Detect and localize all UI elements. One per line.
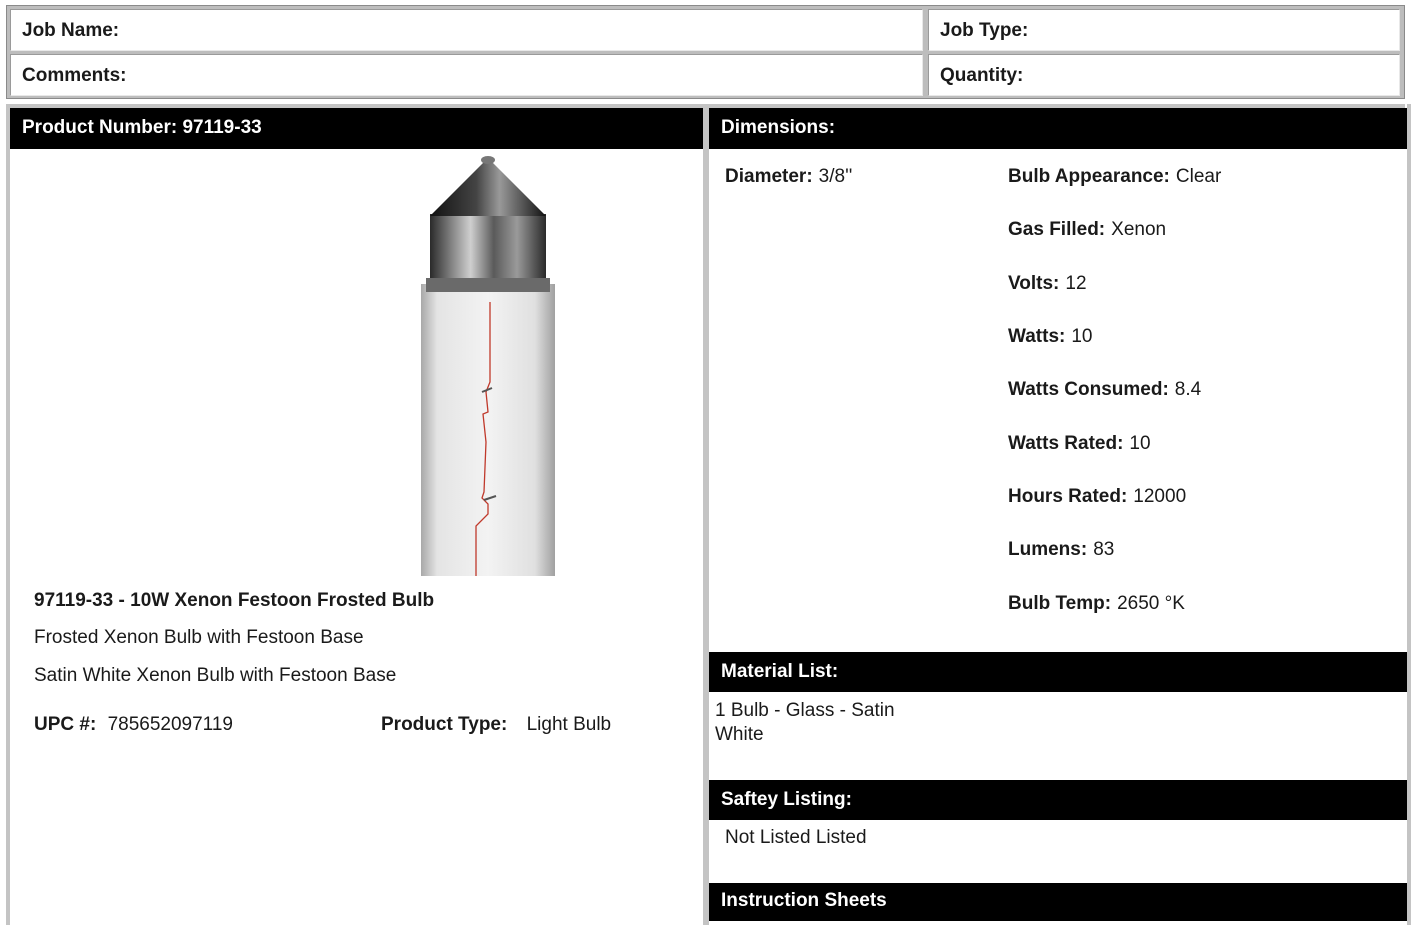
comments-label: Comments:	[22, 65, 127, 86]
bulb-image	[421, 156, 555, 576]
upc-value: 785652097119	[107, 714, 233, 735]
quantity-label: Quantity:	[940, 65, 1024, 86]
material-list-header: Material List:	[709, 652, 1407, 692]
spec-value: Clear	[1175, 166, 1222, 187]
spec-value: 8.4	[1174, 379, 1202, 400]
product-description-2: Satin White Xenon Bulb with Festoon Base	[34, 665, 397, 686]
material-list-header-text: Material List:	[721, 661, 839, 682]
spec-gas-filled: Gas Filled: Xenon	[1008, 219, 1166, 241]
safety-listing-header-text: Saftey Listing:	[721, 789, 852, 810]
spec-value: 10	[1071, 326, 1093, 347]
job-name-cell: Job Name:	[10, 9, 923, 51]
spec-value: 12000	[1133, 486, 1187, 507]
spec-lumens: Lumens: 83	[1008, 539, 1114, 561]
upc-field: UPC #: 785652097119	[34, 714, 233, 736]
spec-watts-rated: Watts Rated: 10	[1008, 433, 1151, 455]
spec-label: Bulb Temp:	[1008, 593, 1112, 614]
spec-value: 10	[1129, 433, 1151, 454]
spec-label: Watts Consumed:	[1008, 379, 1169, 400]
spec-value: 12	[1065, 273, 1087, 294]
dimensions-header: Dimensions:	[709, 108, 1407, 149]
spec-label: Watts:	[1008, 326, 1066, 347]
diameter-label: Diameter:	[725, 166, 813, 187]
dimensions-header-text: Dimensions:	[721, 117, 836, 138]
safety-listing-value: Not Listed Listed	[725, 827, 867, 848]
panel-left-border	[6, 104, 10, 925]
job-type-cell: Job Type:	[928, 9, 1400, 51]
product-description-1: Frosted Xenon Bulb with Festoon Base	[34, 627, 364, 648]
spec-value: Xenon	[1111, 219, 1167, 240]
diameter-value: 3/8''	[818, 166, 853, 187]
product-type-value: Light Bulb	[526, 714, 612, 735]
product-number-text: Product Number: 97119-33	[22, 117, 262, 138]
spec-label: Hours Rated:	[1008, 486, 1128, 507]
panel-right-border	[1407, 104, 1411, 925]
product-type-field: Product Type: Light Bulb	[381, 714, 611, 736]
comments-cell: Comments:	[10, 54, 923, 96]
product-number-header: Product Number: 97119-33	[10, 108, 703, 149]
spec-label: Bulb Appearance:	[1008, 166, 1170, 187]
spec-label: Lumens:	[1008, 539, 1088, 560]
spec-label: Gas Filled:	[1008, 219, 1106, 240]
material-line-1: 1 Bulb - Glass - Satin	[715, 700, 895, 721]
spec-value: 2650 °K	[1117, 593, 1185, 614]
spec-label: Watts Rated:	[1008, 433, 1124, 454]
spec-hours-rated: Hours Rated: 12000	[1008, 486, 1186, 508]
product-title: 97119-33 - 10W Xenon Festoon Frosted Bul…	[34, 590, 435, 611]
material-line-2: White	[715, 724, 764, 745]
product-type-label: Product Type:	[381, 714, 508, 735]
spec-volts: Volts: 12	[1008, 273, 1087, 295]
spec-watts: Watts: 10	[1008, 326, 1092, 348]
upc-label: UPC #:	[34, 714, 97, 735]
diameter-field: Diameter: 3/8''	[725, 166, 852, 188]
safety-listing-header: Saftey Listing:	[709, 780, 1407, 820]
job-info-table: Job Name: Job Type: Comments: Quantity:	[6, 5, 1405, 99]
spec-label: Volts:	[1008, 273, 1060, 294]
instruction-sheets-header: Instruction Sheets	[709, 883, 1407, 921]
spec-bulb-temp: Bulb Temp: 2650 °K	[1008, 593, 1185, 615]
job-type-label: Job Type:	[940, 20, 1029, 41]
quantity-cell: Quantity:	[928, 54, 1400, 96]
spec-value: 83	[1093, 539, 1115, 560]
instruction-sheets-header-text: Instruction Sheets	[721, 890, 887, 911]
job-name-label: Job Name:	[22, 20, 120, 41]
spec-watts-consumed: Watts Consumed: 8.4	[1008, 379, 1201, 401]
spec-bulb-appearance: Bulb Appearance: Clear	[1008, 166, 1221, 188]
